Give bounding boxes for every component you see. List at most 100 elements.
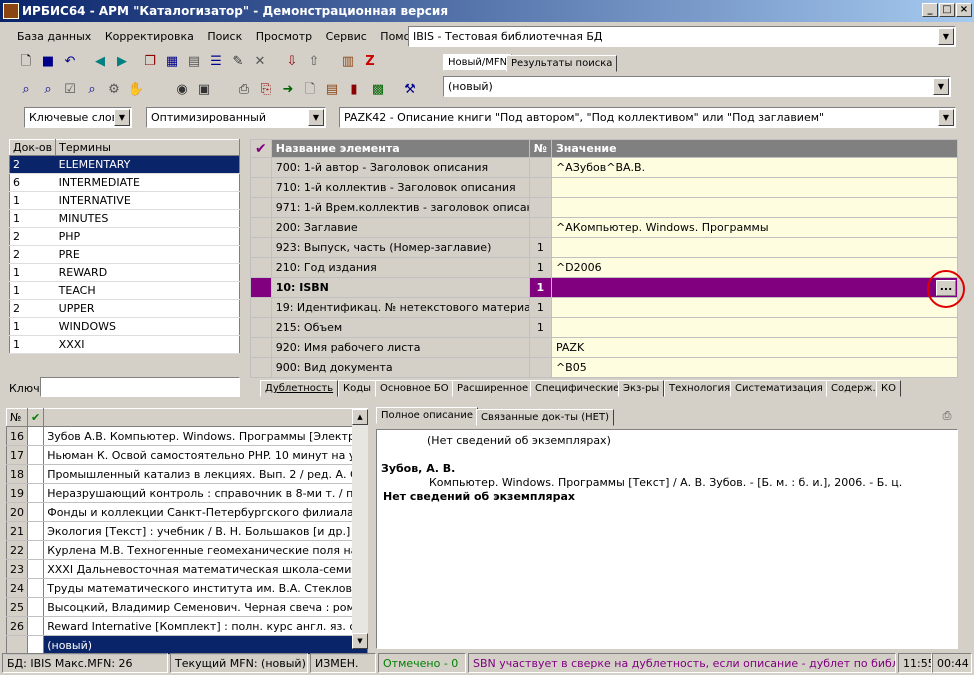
term-row[interactable]: 2 ELEMENTARY bbox=[9, 155, 240, 174]
scroll-down-icon[interactable]: ▼ bbox=[352, 633, 368, 649]
record-row-selected[interactable]: (новый) bbox=[6, 635, 368, 655]
close-button[interactable]: × bbox=[956, 3, 972, 17]
print-record-icon[interactable]: ▤ bbox=[184, 52, 204, 72]
tab-main-bo[interactable]: Основное БО bbox=[375, 380, 454, 397]
delete-icon[interactable]: ✕ bbox=[250, 52, 270, 72]
term-row[interactable]: 1 TEACH bbox=[9, 281, 240, 300]
export-icon[interactable]: ⇧ bbox=[304, 52, 324, 72]
tree-icon[interactable]: ☰ bbox=[206, 52, 226, 72]
chevron-down-icon[interactable]: ▼ bbox=[933, 78, 949, 95]
term-row[interactable]: 1 XXXI bbox=[9, 335, 240, 354]
search-plus-icon[interactable]: ⌕ bbox=[38, 80, 58, 100]
menu-correction[interactable]: Корректировка bbox=[100, 28, 199, 45]
tab-new-mfn[interactable]: Новый/MFN bbox=[443, 54, 513, 71]
settings-icon[interactable]: ⚒ bbox=[400, 80, 420, 100]
record-row[interactable]: 16 Зубов А.В. Компьютер. Windows. Програм… bbox=[6, 426, 368, 446]
database-select[interactable]: IBIS - Тестовая библиотечная БД ▼ bbox=[408, 26, 956, 47]
worksheet-select[interactable]: PAZK42 - Описание книги "Под автором", "… bbox=[339, 107, 956, 128]
menu-service[interactable]: Сервис bbox=[321, 28, 372, 45]
tab-specific[interactable]: Специфические bbox=[530, 380, 625, 397]
column-header-count[interactable]: Док-ов bbox=[8, 139, 57, 156]
import-icon[interactable]: ⇩ bbox=[282, 52, 302, 72]
tab-duplicates[interactable]: Дублетность bbox=[260, 380, 339, 397]
forward-doc-icon[interactable]: ➜ bbox=[278, 80, 298, 100]
field-row[interactable]: 710: 1-й коллектив - Заголовок описания bbox=[250, 177, 959, 198]
record-row[interactable]: 20 Фонды и коллекции Санкт-Петербургского… bbox=[6, 502, 368, 522]
term-row[interactable]: 1 MINUTES bbox=[9, 209, 240, 228]
record-row[interactable]: 25 Высоцкий, Владимир Семенович. Черная с… bbox=[6, 597, 368, 617]
printer-icon[interactable]: ⎙ bbox=[234, 80, 254, 100]
field-row-selected[interactable]: 10: ISBN 1 bbox=[250, 277, 959, 298]
term-row[interactable]: 6 INTERMEDIATE bbox=[9, 173, 240, 192]
field-row[interactable]: 900: Вид документа ^B05 bbox=[250, 357, 959, 378]
menu-database[interactable]: База данных bbox=[12, 28, 96, 45]
menu-view[interactable]: Просмотр bbox=[251, 28, 317, 45]
tab-systematization[interactable]: Систематизация bbox=[730, 380, 828, 397]
new-doc-icon[interactable]: 🗋 bbox=[16, 52, 36, 72]
open-folder-icon[interactable]: ▤ bbox=[322, 80, 342, 100]
chevron-down-icon[interactable]: ▼ bbox=[114, 109, 130, 126]
column-header-value[interactable]: Значение bbox=[550, 139, 959, 158]
minimize-button[interactable]: _ bbox=[922, 3, 938, 17]
field-row[interactable]: 971: 1-й Врем.коллектив - заголовок опис… bbox=[250, 197, 959, 218]
record-row[interactable]: 19 Неразрушающий контроль : справочник в … bbox=[6, 483, 368, 503]
search-mode-select[interactable]: Ключевые слова ▼ bbox=[24, 107, 132, 128]
tab-linked-docs[interactable]: Связанные док-ты (НЕТ) bbox=[476, 409, 614, 426]
undo-icon[interactable]: ↶ bbox=[60, 52, 80, 72]
tab-copies[interactable]: Экз-ры bbox=[618, 380, 665, 397]
optimization-select[interactable]: Оптимизированный ▼ bbox=[146, 107, 326, 128]
field-row[interactable]: 920: Имя рабочего листа PAZK bbox=[250, 337, 959, 358]
print-list-icon[interactable]: ⎘ bbox=[256, 80, 276, 100]
record-row[interactable]: 18 Промышленный катализ в лекциях. Вып. 2… bbox=[6, 464, 368, 484]
tab-extended[interactable]: Расширенное bbox=[452, 380, 534, 397]
edit-icon[interactable]: ✎ bbox=[228, 52, 248, 72]
tab-contents[interactable]: Содерж. bbox=[826, 380, 881, 397]
record-row[interactable]: 24 Труды математического института им. В.… bbox=[6, 578, 368, 598]
folder-icon[interactable]: ▣ bbox=[194, 80, 214, 100]
term-row[interactable]: 1 REWARD bbox=[9, 263, 240, 282]
new-record-combo[interactable]: (новый) ▼ bbox=[443, 76, 951, 97]
find-icon[interactable]: ⌕ bbox=[82, 80, 102, 100]
hand-icon[interactable]: ✋ bbox=[126, 80, 146, 100]
record-row[interactable]: 17 Ньюман К. Освой самостоятельно PHP. 10… bbox=[6, 445, 368, 465]
tab-codes[interactable]: Коды bbox=[338, 380, 377, 397]
chart-icon[interactable]: ▮ bbox=[344, 80, 364, 100]
grid-icon[interactable]: ▦ bbox=[162, 52, 182, 72]
next-icon[interactable]: ▶ bbox=[112, 52, 132, 72]
term-row[interactable]: 1 INTERNATIVE bbox=[9, 191, 240, 210]
prev-icon[interactable]: ◀ bbox=[90, 52, 110, 72]
chevron-down-icon[interactable]: ▼ bbox=[938, 109, 954, 126]
field-row[interactable]: 700: 1-й автор - Заголовок описания ^AЗуб… bbox=[250, 157, 959, 178]
tab-ko[interactable]: КО bbox=[876, 380, 901, 397]
record-row[interactable]: 21 Экология [Текст] : учебник / В. Н. Бол… bbox=[6, 521, 368, 541]
z-icon[interactable]: Z bbox=[360, 52, 380, 72]
column-header-number[interactable]: № bbox=[6, 408, 28, 427]
term-row[interactable]: 2 PHP bbox=[9, 227, 240, 246]
term-row[interactable]: 2 PRE bbox=[9, 245, 240, 264]
save-icon[interactable]: ■ bbox=[38, 52, 58, 72]
chevron-down-icon[interactable]: ▼ bbox=[938, 28, 954, 45]
tab-full-description[interactable]: Полное описание bbox=[376, 407, 478, 424]
check-icon[interactable]: ✔ bbox=[250, 139, 272, 158]
check-icon[interactable]: ✔ bbox=[26, 408, 45, 427]
record-row[interactable]: 23 XXXI Дальневосточная математическая шк… bbox=[6, 559, 368, 579]
options-icon[interactable]: ⚙ bbox=[104, 80, 124, 100]
menu-search[interactable]: Поиск bbox=[202, 28, 247, 45]
chevron-down-icon[interactable]: ▼ bbox=[308, 109, 324, 126]
copy-icon[interactable]: ❐ bbox=[140, 52, 160, 72]
field-row[interactable]: 215: Объем 1 bbox=[250, 317, 959, 338]
column-header-terms[interactable]: Термины bbox=[55, 139, 240, 156]
maximize-button[interactable]: □ bbox=[939, 3, 955, 17]
field-row[interactable]: 19: Идентификац. № нетекстового материал… bbox=[250, 297, 959, 318]
record-row[interactable]: 26 Reward Internative [Комплект] : полн. … bbox=[6, 616, 368, 636]
field-row[interactable]: 200: Заглавие ^AКомпьютер. Windows. Прогр… bbox=[250, 217, 959, 238]
print-icon[interactable]: ⎙ bbox=[938, 409, 956, 427]
glasses-icon[interactable]: ◉ bbox=[172, 80, 192, 100]
tab-technology[interactable]: Технология bbox=[664, 380, 736, 397]
search-docs-icon[interactable]: ⌕ bbox=[16, 80, 36, 100]
column-header-no[interactable]: № bbox=[528, 139, 552, 158]
excel-icon[interactable]: ▩ bbox=[368, 80, 388, 100]
field-row[interactable]: 923: Выпуск, часть (Номер-заглавие) 1 bbox=[250, 237, 959, 258]
key-input[interactable] bbox=[40, 377, 240, 397]
field-row[interactable]: 210: Год издания 1 ^D2006 bbox=[250, 257, 959, 278]
